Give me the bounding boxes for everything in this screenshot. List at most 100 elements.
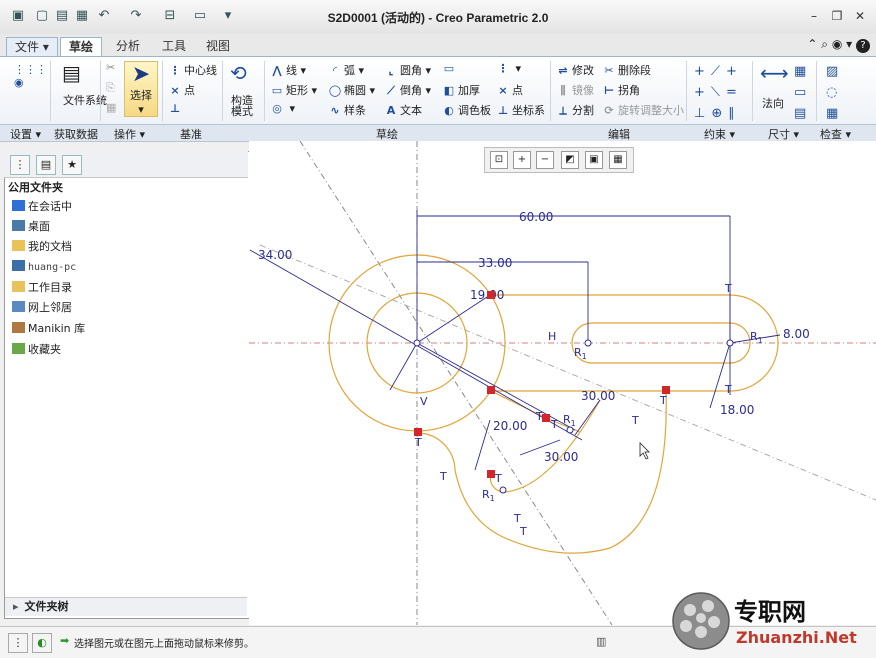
group-setup[interactable]: 设置 ▾: [10, 126, 41, 142]
tangent-marker: T: [494, 472, 502, 485]
group-inspect[interactable]: 检查 ▾: [820, 126, 851, 142]
sketch-point-button[interactable]: × 点: [496, 82, 523, 98]
folder-item-desktop[interactable]: 桌面: [12, 218, 50, 234]
mirror-button[interactable]: ⫼ 镜像: [556, 82, 594, 98]
palette-button[interactable]: ◐ 调色板: [442, 102, 491, 118]
rotate-resize-button[interactable]: ⟳ 旋转调整大小: [602, 102, 684, 118]
ellipse-button[interactable]: ◯ 椭圆 ▾: [328, 82, 375, 98]
navigator-tabs: ⋮ ▤ ★: [4, 151, 248, 178]
browser-toggle-icon[interactable]: ◐: [32, 633, 52, 653]
zoom-out-icon[interactable]: −: [536, 151, 554, 169]
dim-20[interactable]: 20.00: [493, 419, 527, 433]
offset-icon[interactable]: ▭: [442, 62, 458, 75]
dim-34[interactable]: 34.00: [258, 248, 292, 262]
arc-button[interactable]: ◜ 弧 ▾: [328, 62, 364, 78]
constraint-icons[interactable]: +⟋+ +⟍= ⊥⊕∥: [694, 61, 743, 124]
repaint-icon[interactable]: ◩: [561, 151, 579, 169]
normal-dimension-icon[interactable]: ⟷: [760, 61, 789, 85]
spline-button[interactable]: ∿ 样条: [328, 102, 366, 118]
display-style-icon[interactable]: ▣: [585, 151, 603, 169]
datum-coordsys-button[interactable]: ⊥: [168, 102, 184, 115]
minimize-button[interactable]: –: [806, 9, 822, 23]
common-folders-header: 公用文件夹: [8, 181, 63, 194]
dim-30-lower[interactable]: 30.00: [544, 450, 578, 464]
sketch-centerline-button[interactable]: ⋮ ▾: [496, 62, 522, 75]
group-sketch[interactable]: 草绘: [376, 126, 398, 142]
dropdown-icon[interactable]: ▾: [846, 37, 852, 51]
grid-icon[interactable]: ⋮⋮⋮ ◉: [14, 63, 47, 89]
dim-30-upper[interactable]: 30.00: [581, 389, 615, 403]
group-constraints[interactable]: 约束 ▾: [704, 126, 735, 142]
documents-folder-icon: [12, 240, 25, 251]
dim-60[interactable]: 60.00: [519, 210, 553, 224]
model-tree-tab-icon[interactable]: ⋮: [10, 155, 30, 175]
tab-analysis[interactable]: 分析: [108, 37, 148, 55]
group-get-data[interactable]: 获取数据: [54, 126, 98, 142]
group-edit[interactable]: 编辑: [608, 126, 630, 142]
group-operations[interactable]: 操作 ▾: [114, 126, 145, 142]
construct-mode-button[interactable]: 构造模式: [230, 95, 254, 117]
minimize-ribbon-icon[interactable]: ⌃: [807, 37, 817, 51]
file-system-icon[interactable]: ▤: [62, 61, 81, 85]
tab-view[interactable]: 视图: [198, 37, 238, 55]
line-button[interactable]: ⋀ 线 ▾: [270, 62, 306, 78]
corner-button[interactable]: ⊢ 拐角: [602, 82, 640, 98]
folder-tree-toggle[interactable]: ▸ 文件夹树: [5, 597, 247, 616]
expand-arrow-icon: ▸: [13, 600, 19, 613]
sketch-display-icon[interactable]: ▦: [609, 151, 627, 169]
copy-icon[interactable]: ⎘: [106, 81, 115, 95]
datum-point-button[interactable]: × 点: [168, 82, 195, 98]
inspect-tools[interactable]: ▨ ◌ ▦: [826, 61, 838, 124]
sketch-coordsys-button[interactable]: ⊥ 坐标系: [496, 102, 545, 118]
graphics-window[interactable]: T T T T T T T T T T T H V R1 R1 R1 R1 60…: [249, 141, 876, 625]
folder-item-network[interactable]: 网上邻居: [12, 299, 72, 315]
thicken-button[interactable]: ◧ 加厚: [442, 82, 480, 98]
status-message: 选择图元或在图元上面拖动鼠标来修剪。: [74, 639, 254, 650]
tab-tools[interactable]: 工具: [154, 37, 194, 55]
restore-button[interactable]: ❐: [829, 9, 845, 23]
sketch-canvas[interactable]: T T T T T T T T T T T H V R1 R1 R1 R1 60…: [249, 141, 876, 625]
navigator-toggle-icon[interactable]: ⋮: [8, 633, 28, 653]
watermark-logo-icon: [672, 592, 730, 650]
cut-icon[interactable]: ✂: [106, 61, 115, 74]
delete-segment-button[interactable]: ✂ 删除段: [602, 62, 651, 78]
selected-vertex: [487, 291, 495, 299]
zoom-in-icon[interactable]: +: [513, 151, 531, 169]
folder-browser-tab-icon[interactable]: ▤: [36, 155, 56, 175]
dimension-tools[interactable]: ▦ ▭ ▤: [794, 61, 806, 124]
help-icon[interactable]: ?: [856, 39, 870, 53]
tab-file[interactable]: 文件 ▾: [6, 37, 58, 57]
group-datum[interactable]: 基准: [180, 126, 202, 142]
folder-item-working-directory[interactable]: 工作目录: [12, 279, 72, 295]
group-dimension[interactable]: 尺寸 ▾: [768, 126, 799, 142]
dim-8[interactable]: 8.00: [783, 327, 810, 341]
favorites-tab-icon[interactable]: ★: [62, 155, 82, 175]
rectangle-button[interactable]: ▭ 矩形 ▾: [270, 82, 317, 98]
modify-button[interactable]: ⇌ 修改: [556, 62, 594, 78]
normal-dimension-button[interactable]: 法向: [762, 95, 784, 111]
community-icon[interactable]: ◉: [832, 37, 842, 51]
refit-icon[interactable]: ⊡: [490, 151, 508, 169]
dim-33[interactable]: 33.00: [478, 256, 512, 270]
folder-item-my-documents[interactable]: 我的文档: [12, 238, 72, 254]
folder-item-computer[interactable]: huang-pc: [12, 260, 76, 273]
folder-item-manikin-library[interactable]: Manikin 库: [12, 320, 85, 336]
close-button[interactable]: ✕: [852, 9, 868, 23]
chamfer-button[interactable]: ⟋ 倒角 ▾: [384, 82, 431, 98]
ribbon-right-icons: ⌃ ⌕ ◉ ▾ ?: [807, 37, 870, 53]
ribbon-groups: 设置 ▾ 获取数据 操作 ▾ 基准 草绘 编辑 约束 ▾ 尺寸 ▾ 检查 ▾: [0, 124, 876, 142]
search-icon[interactable]: ⌕: [821, 37, 828, 51]
selection-filter-icon[interactable]: ▥: [596, 635, 606, 648]
folder-item-favorites[interactable]: 收藏夹: [12, 341, 61, 357]
divide-button[interactable]: ⟂ 分割: [556, 102, 594, 118]
text-button[interactable]: A 文本: [384, 102, 422, 118]
folder-item-in-session[interactable]: 在会话中: [12, 198, 72, 214]
circle-button[interactable]: ◎ ▾: [270, 102, 295, 115]
select-button[interactable]: ➤ 选择 ▾: [124, 61, 158, 117]
construct-mode-icon[interactable]: ⟲: [230, 61, 247, 85]
tab-sketch[interactable]: 草绘: [60, 37, 103, 56]
fillet-button[interactable]: ⌞ 圆角 ▾: [384, 62, 431, 78]
dim-18[interactable]: 18.00: [720, 403, 754, 417]
centerline-button[interactable]: ⋮ 中心线: [168, 62, 218, 78]
paste-icon[interactable]: ▦: [106, 101, 116, 114]
